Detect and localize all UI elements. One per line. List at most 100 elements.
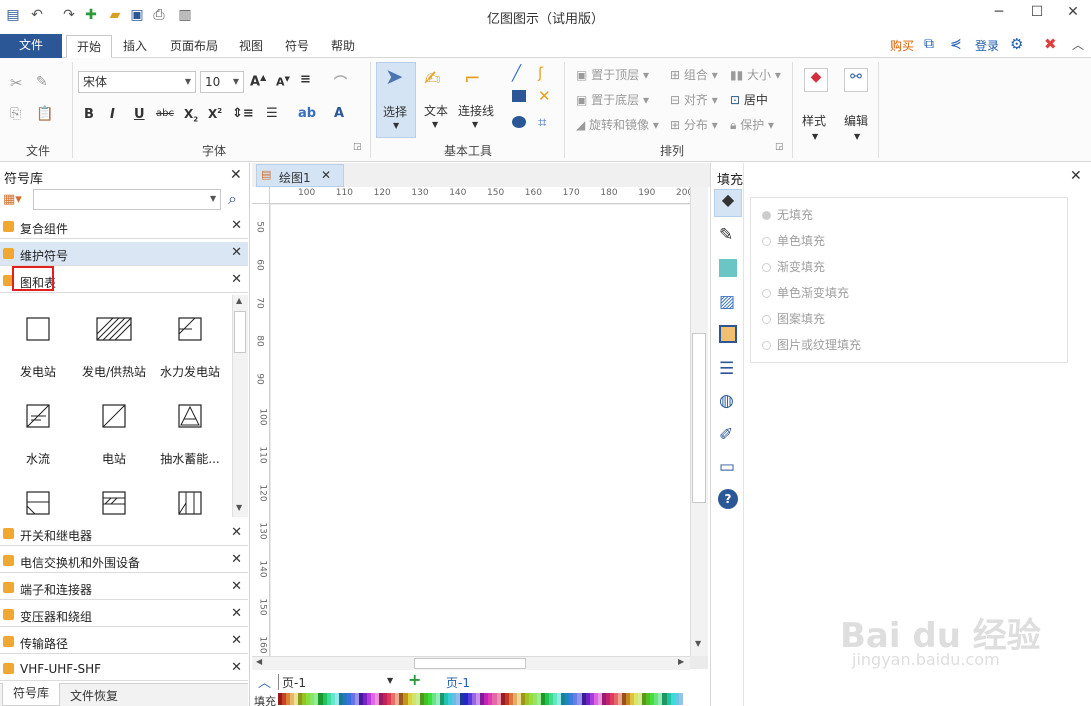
shape-item[interactable]: 抽水蓄能... — [152, 398, 228, 484]
share-box-icon[interactable]: ⧉ — [924, 36, 934, 52]
text-tool-button[interactable]: ✍ 文本 ▼ — [418, 62, 454, 138]
page-list-icon[interactable]: ☰ — [719, 359, 734, 379]
shape-item[interactable] — [152, 485, 228, 517]
font-name-select[interactable]: 宋体 ▼ — [78, 71, 196, 93]
align-button[interactable]: ⊟ 对齐 ▾ — [670, 91, 718, 108]
bold-icon[interactable]: B — [84, 107, 94, 122]
fill-option-picture[interactable]: 图片或纹理填充 — [762, 336, 861, 353]
strikethrough-icon[interactable]: abc — [156, 108, 174, 119]
font-size-select[interactable]: 10 ▼ — [200, 71, 244, 93]
style-button[interactable]: ◆ 样式 ▼ — [796, 62, 834, 152]
tab-help[interactable]: 帮助 — [324, 35, 362, 58]
library-item[interactable]: 电信交换机和外围设备 ✕ — [0, 549, 248, 573]
align-text-icon[interactable]: ≡ — [300, 72, 311, 87]
subscript-icon[interactable]: X2 — [184, 107, 198, 123]
close-icon[interactable]: ✕ — [231, 660, 242, 675]
close-icon[interactable]: ✕ — [231, 606, 242, 621]
scroll-right-icon[interactable]: ▶ — [678, 657, 684, 666]
drawing-page[interactable] — [271, 205, 690, 656]
share-icon[interactable]: ⋞ — [950, 36, 962, 52]
underline-icon[interactable]: U — [134, 107, 145, 122]
layer-icon[interactable] — [719, 325, 737, 343]
send-to-back-button[interactable]: ▣ 置于底层 ▾ — [576, 91, 649, 108]
scrollbar-thumb[interactable] — [234, 311, 246, 353]
shape-item[interactable]: 水力发电站 — [152, 311, 228, 397]
comment-icon[interactable]: ▭ — [719, 457, 735, 477]
plugin-icon[interactable]: ✖ — [1044, 35, 1057, 53]
search-icon[interactable]: ⌕ — [228, 189, 237, 209]
close-window-button[interactable]: ✕ — [1058, 4, 1088, 24]
document-tab[interactable]: ▤ 绘图1 ✕ — [256, 164, 344, 187]
shapes-scrollbar[interactable]: ▲ ▼ — [232, 295, 248, 517]
cut-icon[interactable]: ✂ — [10, 74, 23, 92]
italic-icon[interactable]: I — [110, 107, 115, 122]
symbol-search-input[interactable] — [33, 189, 221, 210]
tab-symbol-library[interactable]: 符号库 — [2, 683, 60, 706]
minimize-button[interactable]: ─ — [984, 4, 1014, 24]
paste-icon[interactable]: 📋 — [36, 106, 53, 122]
scrollbar-thumb[interactable] — [414, 658, 526, 669]
center-button[interactable]: ⊡ 居中 — [730, 91, 768, 108]
close-tab-icon[interactable]: ✕ — [321, 168, 331, 182]
shape-item[interactable]: 发电站 — [0, 311, 76, 397]
shape-item[interactable]: 发电/供热站 — [76, 311, 152, 397]
close-icon[interactable]: ✕ — [231, 579, 242, 594]
settings-icon[interactable]: ⚙ — [1010, 35, 1023, 53]
close-panel-button[interactable]: ✕ — [230, 167, 242, 183]
scroll-down-icon[interactable]: ▼ — [236, 503, 242, 512]
color-swatches[interactable] — [278, 693, 683, 705]
library-menu-icon[interactable]: ▦▾ — [3, 192, 22, 207]
shape-item[interactable] — [0, 485, 76, 517]
canvas-vertical-scrollbar[interactable]: ▼ — [690, 187, 708, 656]
login-link[interactable]: 登录 — [975, 37, 999, 54]
add-page-icon[interactable]: + — [408, 670, 421, 689]
line-icon[interactable]: ╱ — [512, 64, 521, 82]
scroll-up-icon[interactable]: ▲ — [236, 296, 242, 305]
scroll-left-icon[interactable]: ◀ — [256, 657, 262, 666]
font-dialog-launcher-icon[interactable]: ◲ — [353, 142, 362, 152]
close-icon[interactable]: ✕ — [231, 218, 242, 233]
close-icon[interactable]: ✕ — [231, 633, 242, 648]
library-item[interactable]: 复合组件 ✕ — [0, 215, 248, 239]
curve-icon[interactable]: ʃ — [538, 64, 543, 82]
scroll-down-icon[interactable]: ▼ — [695, 639, 701, 648]
scrollbar-thumb[interactable] — [692, 333, 706, 503]
fill-icon[interactable]: ◆ — [714, 189, 742, 217]
copy-icon[interactable]: ⎘ — [10, 106, 21, 122]
buy-link[interactable]: 购买 — [890, 37, 914, 54]
page-tab[interactable]: 页-1 — [446, 674, 470, 691]
tab-view[interactable]: 视图 — [232, 35, 270, 58]
collapse-pages-icon[interactable]: ︿ — [258, 672, 271, 691]
close-icon[interactable]: ✕ — [231, 272, 242, 287]
fill-option-solid[interactable]: 单色填充 — [762, 232, 825, 249]
collapse-ribbon-icon[interactable]: ︿ — [1072, 36, 1084, 53]
line-style-icon[interactable]: ✎ — [719, 225, 733, 245]
highlight-icon[interactable]: ab — [298, 106, 316, 121]
rotate-mirror-button[interactable]: ◢ 旋转和镜像 ▾ — [576, 116, 659, 133]
library-item[interactable]: 传输路径 ✕ — [0, 630, 248, 654]
tab-file[interactable]: 文件 — [0, 34, 62, 58]
page-select[interactable]: 页-1 ▼ — [278, 674, 396, 690]
library-item[interactable]: VHF-UHF-SHF ✕ — [0, 657, 248, 681]
hyperlink-icon[interactable]: ◍ — [719, 391, 734, 411]
fill-option-single-gradient[interactable]: 单色渐变填充 — [762, 284, 849, 301]
shape-item[interactable]: 水流 — [0, 398, 76, 484]
line-spacing-icon[interactable]: ⇕≡ — [232, 106, 254, 121]
crop-icon[interactable]: ⌗ — [538, 113, 546, 131]
ellipse-icon[interactable] — [512, 116, 526, 128]
rectangle-icon[interactable] — [512, 90, 526, 102]
shape-item[interactable]: 电站 — [76, 398, 152, 484]
close-fill-panel-button[interactable]: ✕ — [1070, 168, 1082, 184]
point-icon[interactable]: ✕ — [538, 87, 551, 105]
fill-option-none[interactable]: 无填充 — [762, 206, 813, 223]
library-item[interactable]: 开关和继电器 ✕ — [0, 522, 248, 546]
tab-home[interactable]: 开始 — [66, 35, 112, 58]
group-button[interactable]: ⊞ 组合 ▾ — [670, 66, 718, 83]
edit-button[interactable]: ⚯ 编辑 ▼ — [838, 62, 876, 152]
tab-insert[interactable]: 插入 — [116, 35, 154, 58]
tab-symbol[interactable]: 符号 — [278, 35, 316, 58]
library-item[interactable]: 端子和连接器 ✕ — [0, 576, 248, 600]
superscript-icon[interactable]: X2 — [208, 107, 222, 121]
canvas-horizontal-scrollbar[interactable]: ◀ ▶ — [252, 656, 690, 670]
bring-to-front-button[interactable]: ▣ 置于顶层 ▾ — [576, 66, 649, 83]
